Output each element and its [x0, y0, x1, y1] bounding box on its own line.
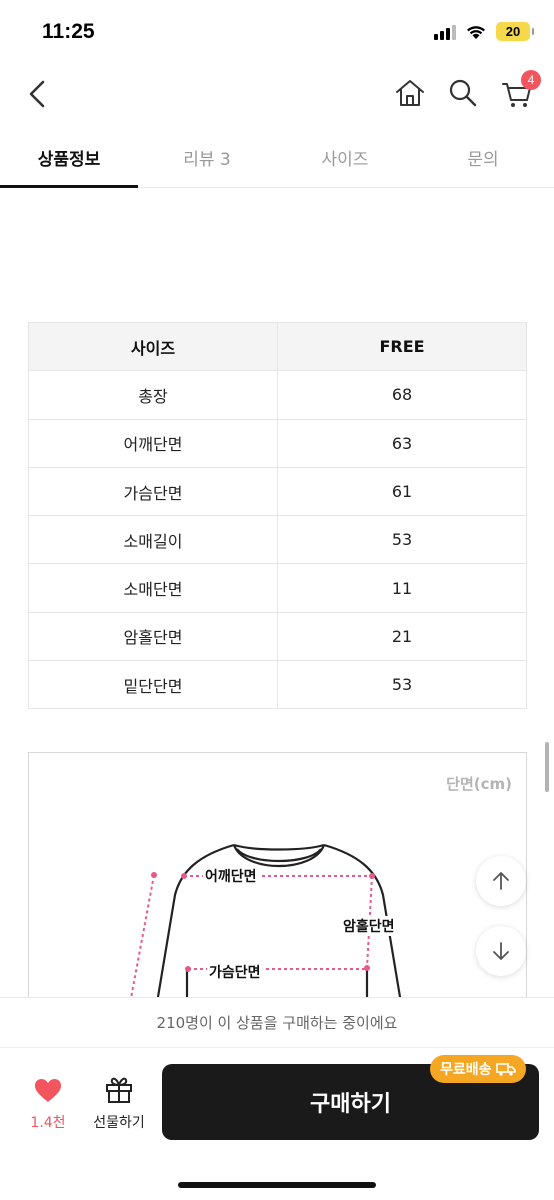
- search-button[interactable]: [446, 76, 480, 110]
- cellular-signal-icon: [434, 24, 456, 40]
- row-label: 어깨단면: [28, 418, 278, 468]
- truck-icon: [495, 1063, 516, 1076]
- table-row: 소매길이 53: [28, 515, 527, 565]
- row-value: 63: [277, 418, 527, 468]
- row-label: 총장: [28, 370, 278, 420]
- battery-indicator: 20: [496, 22, 534, 41]
- status-icons: 20: [434, 22, 534, 41]
- tab-reviews[interactable]: 리뷰 3: [138, 128, 276, 187]
- heart-icon: [35, 1079, 61, 1102]
- row-value: 61: [277, 466, 527, 517]
- tab-product-info[interactable]: 상품정보: [0, 128, 138, 188]
- row-value: 53: [277, 660, 527, 710]
- arrow-down-icon: [493, 942, 509, 960]
- tab-size[interactable]: 사이즈: [276, 128, 414, 187]
- scroll-down-button[interactable]: [476, 926, 526, 976]
- row-value: 21: [277, 611, 527, 662]
- purchase-bar: 210명이 이 상품을 구매하는 중이에요 1.4천 선물하기 구매하기 무료배…: [0, 997, 554, 1200]
- status-time: 11:25: [42, 20, 95, 43]
- row-label: 가슴단면: [28, 466, 278, 517]
- back-button[interactable]: [22, 76, 56, 112]
- armhole-label: 암홀단면: [341, 916, 397, 936]
- scroll-up-button[interactable]: [476, 856, 526, 906]
- row-value: 53: [277, 515, 527, 565]
- like-button[interactable]: 1.4천: [22, 1078, 74, 1132]
- table-row: 어깨단면 63: [28, 418, 527, 468]
- gift-label: 선물하기: [93, 1115, 145, 1131]
- nav-bar: 4: [0, 62, 554, 128]
- cart-count-badge: 4: [521, 70, 541, 90]
- search-icon: [449, 79, 477, 107]
- shoulder-label: 어깨단면: [203, 866, 259, 886]
- row-label: 소매길이: [28, 515, 278, 565]
- row-label: 암홀단면: [28, 611, 278, 662]
- row-label: 밑단단면: [28, 660, 278, 710]
- like-count: 1.4천: [30, 1115, 66, 1131]
- table-row: 암홀단면 21: [28, 611, 527, 662]
- table-row: 총장 68: [28, 370, 527, 420]
- buyers-note: 210명이 이 상품을 구매하는 중이에요: [0, 998, 554, 1048]
- table-header-free: FREE: [277, 321, 527, 372]
- chest-label: 가슴단면: [207, 962, 263, 982]
- home-indicator: [178, 1182, 376, 1188]
- row-value: 68: [277, 370, 527, 420]
- table-header-size: 사이즈: [28, 321, 278, 372]
- scrollbar[interactable]: [545, 742, 549, 792]
- table-row: 소매단면 11: [28, 563, 527, 613]
- chevron-left-icon: [29, 80, 45, 108]
- row-label: 소매단면: [28, 563, 278, 613]
- home-icon: [396, 80, 424, 106]
- table-row: 가슴단면 61: [28, 466, 527, 517]
- product-tabs: 상품정보 리뷰 3 사이즈 문의: [0, 128, 554, 188]
- home-button[interactable]: [393, 76, 427, 110]
- table-header-row: 사이즈 FREE: [28, 321, 527, 372]
- tab-inquiry[interactable]: 문의: [414, 128, 552, 187]
- free-shipping-label: 무료배송: [440, 1062, 492, 1078]
- gift-button[interactable]: 선물하기: [86, 1076, 152, 1132]
- gift-icon: [106, 1077, 132, 1103]
- size-table: 사이즈 FREE 총장 68 어깨단면 63 가슴단면 61 소매길이 53 소매단면 1…: [28, 321, 527, 710]
- free-shipping-badge: 무료배송: [430, 1055, 526, 1083]
- table-row: 밑단단면 53: [28, 660, 527, 710]
- wifi-icon: [467, 25, 485, 39]
- row-value: 11: [277, 563, 527, 613]
- status-bar: 11:25 20: [0, 0, 554, 62]
- arrow-up-icon: [493, 872, 509, 890]
- cart-button[interactable]: 4: [500, 70, 541, 110]
